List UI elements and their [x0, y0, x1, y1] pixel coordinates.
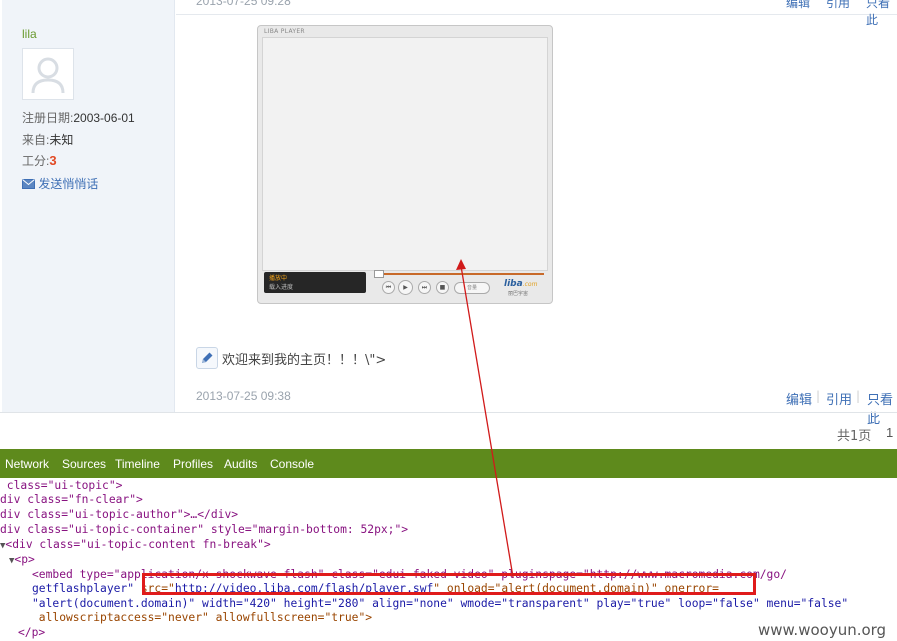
post-content: 欢迎来到我的主页！！！\"> [222, 353, 387, 368]
register-date: 注册日期:2003-06-01 [22, 109, 135, 126]
points-value: 3 [49, 153, 57, 168]
player-progress-bar[interactable] [376, 273, 544, 275]
dom-line-text: getflashplayer" [32, 582, 141, 595]
from-location: 来自:未知 [22, 131, 73, 148]
liba-logo: liba.com [504, 279, 537, 289]
quote-link[interactable]: 引用 [826, 389, 852, 408]
avatar[interactable] [22, 48, 74, 100]
dom-node-ui-topic[interactable]: class="ui-topic"> [0, 479, 123, 492]
link-separator: | [816, 389, 821, 403]
pagination-total: 共1页 [837, 429, 872, 444]
from-value: 未知 [49, 133, 74, 147]
author-username[interactable]: lila [22, 27, 37, 41]
flash-video-player[interactable]: LIBA PLAYER 播放中 载入进度 ⏮ ▶ ⏭ ■ 音量 liba.com… [257, 25, 553, 304]
player-prev-button[interactable]: ⏮ [382, 281, 395, 294]
envelope-icon [22, 179, 35, 189]
dom-line-text: <p> [14, 553, 35, 566]
dom-node-p-close[interactable]: </p> [18, 626, 45, 639]
player-status-playing: 播放中 [269, 275, 288, 282]
top-only-author-link[interactable]: 只看此 [866, 0, 897, 28]
dom-embed-attrs-line: allowscriptaccess="never" allowfullscree… [32, 611, 372, 624]
player-title: LIBA PLAYER [264, 28, 305, 35]
divider [0, 412, 897, 413]
player-play-button[interactable]: ▶ [398, 280, 413, 295]
forum-post-area: 2013-07-25 09:28 编辑 引用 只看此 lila 注册日期:200… [0, 0, 897, 449]
default-avatar-icon [31, 57, 65, 94]
top-edit-link[interactable]: 编辑 [786, 0, 810, 11]
dom-node-ui-topic-content[interactable]: ▼<div class="ui-topic-content fn-break"> [0, 538, 271, 551]
previous-post-date: 2013-07-25 09:28 [196, 0, 291, 8]
player-status-loading: 载入进度 [269, 284, 294, 291]
player-screen[interactable] [262, 37, 548, 271]
link-separator: | [856, 389, 861, 403]
pagination-page-1[interactable]: 1 [886, 425, 893, 440]
dom-line-text: allowscriptaccess="never" allowfullscree… [32, 611, 373, 624]
src-highlight-box [142, 573, 756, 595]
player-status-box: 播放中 载入进度 [264, 272, 366, 293]
points: 工分:3 [22, 152, 57, 169]
devtools-tab-bar: Network Sources Timeline Profiles Audits… [0, 449, 897, 478]
liba-logo-subtitle: 丽巴宇宙 [508, 291, 529, 297]
dom-line-text: "alert(document.domain)" width="420" hei… [32, 597, 849, 610]
register-value: 2003-06-01 [73, 111, 135, 125]
pencil-icon-svg [202, 352, 213, 363]
liba-logo-text: liba [504, 279, 523, 289]
watermark: www.wooyun.org [758, 621, 887, 639]
tab-audits[interactable]: Audits [224, 457, 257, 471]
dom-node-ui-topic-container[interactable]: div class="ui-topic-container" style="ma… [0, 523, 408, 536]
dom-line-text: class="ui-topic"> [0, 479, 123, 492]
points-label: 工分: [22, 154, 50, 168]
tab-sources[interactable]: Sources [62, 457, 106, 471]
from-label: 来自: [22, 133, 50, 147]
player-next-button[interactable]: ⏭ [418, 281, 431, 294]
tab-timeline[interactable]: Timeline [115, 457, 160, 471]
tab-network[interactable]: Network [5, 457, 49, 471]
dom-line-text: </p> [18, 626, 46, 639]
top-quote-link[interactable]: 引用 [826, 0, 850, 11]
dom-node-ui-topic-author[interactable]: div class="ui-topic-author">…</div> [0, 508, 238, 521]
dom-line-text: div class="ui-topic-container" style="ma… [0, 523, 409, 536]
dom-line-text: div class="fn-clear"> [0, 493, 143, 506]
liba-logo-suffix: .com [522, 281, 538, 288]
dom-node-fn-clear[interactable]: div class="fn-clear"> [0, 493, 143, 506]
send-message-label: 发送悄悄话 [38, 177, 99, 191]
register-label: 注册日期: [22, 111, 74, 125]
dom-node-p[interactable]: ▼<p> [9, 553, 35, 566]
tab-console[interactable]: Console [270, 457, 314, 471]
pencil-icon [196, 347, 218, 369]
tab-profiles[interactable]: Profiles [173, 457, 213, 471]
player-seek-handle[interactable] [374, 270, 384, 278]
dom-line-text: <div class="ui-topic-content fn-break"> [5, 538, 271, 551]
send-message-link[interactable]: 发送悄悄话 [22, 175, 98, 192]
elements-tree: class="ui-topic"> div class="fn-clear"> … [0, 478, 897, 641]
divider [176, 14, 897, 15]
only-author-link[interactable]: 只看此 [867, 389, 897, 427]
devtools-panel: Network Sources Timeline Profiles Audits… [0, 449, 897, 641]
player-volume-control[interactable]: 音量 [454, 282, 490, 294]
player-stop-button[interactable]: ■ [436, 281, 449, 294]
edit-link[interactable]: 编辑 [786, 389, 812, 408]
dom-embed-attrs-line: "alert(document.domain)" width="420" hei… [32, 597, 848, 610]
post-date: 2013-07-25 09:38 [196, 389, 291, 403]
dom-line-text: div class="ui-topic-author">…</div> [0, 508, 239, 521]
